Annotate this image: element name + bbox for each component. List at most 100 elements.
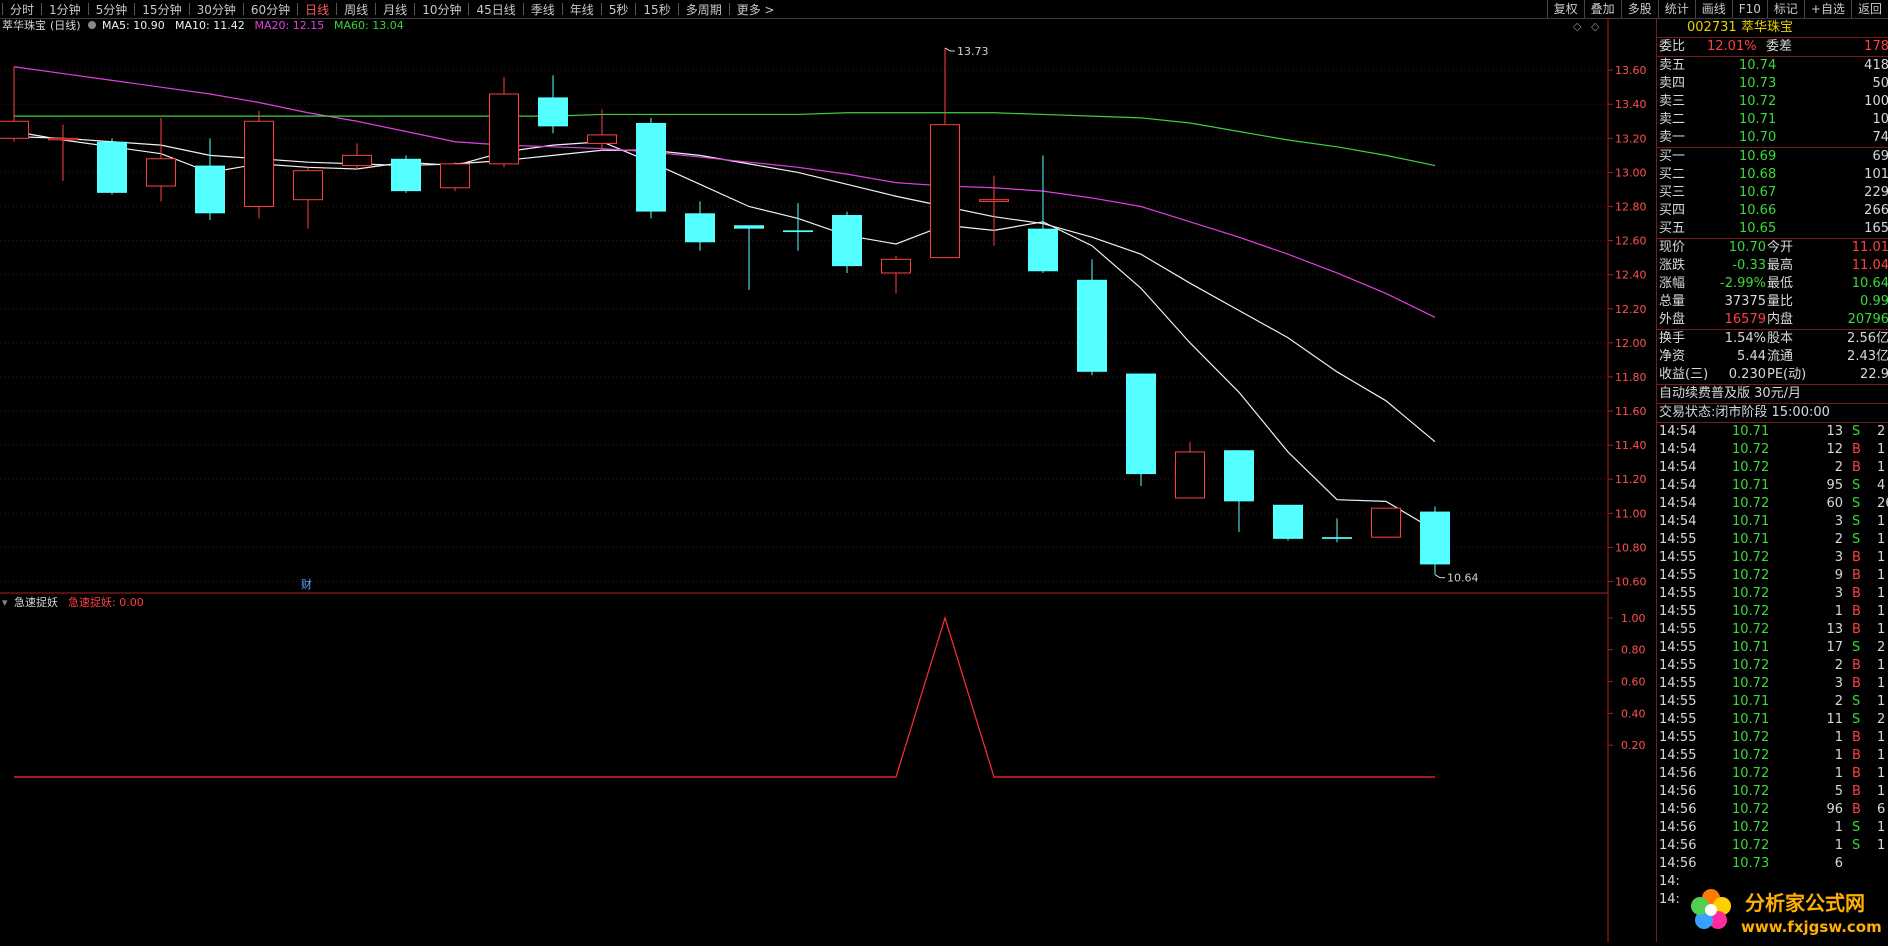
candle-body-down: [1126, 373, 1156, 475]
tick-volume: 2: [1834, 460, 1843, 475]
candle: [1273, 504, 1303, 541]
tool-button[interactable]: F10: [1731, 0, 1767, 18]
period-tab[interactable]: 60分钟: [251, 1, 290, 18]
period-tab[interactable]: 5秒: [609, 1, 629, 18]
tick-row: 14:54 10.71 95 S 4: [1657, 477, 1888, 495]
finance-marker-icon[interactable]: 财: [301, 577, 312, 591]
tick-time: 14:54: [1659, 514, 1697, 529]
period-tab[interactable]: 1分钟: [49, 1, 81, 18]
price-tick-label: 12.40: [1615, 269, 1647, 282]
price-tick-label: 11.60: [1615, 405, 1647, 418]
tick-volume: 60: [1826, 496, 1843, 511]
candle-body-down: [734, 225, 764, 229]
period-tab[interactable]: 45日线: [476, 1, 515, 18]
buy-level-row: 买二 10.68 101: [1657, 166, 1888, 184]
tab-separator: [134, 3, 136, 15]
tick-row: 14:55 10.71 2 S 1: [1657, 693, 1888, 711]
tick-row: 14:55 10.72 9 B 1: [1657, 567, 1888, 585]
sell-price: 10.70: [1739, 130, 1777, 145]
price-tick-label: 12.00: [1615, 337, 1647, 350]
tick-count: 1: [1877, 442, 1886, 457]
period-tab[interactable]: 5分钟: [96, 1, 128, 18]
chart-settings-diamond-icon[interactable]: ◇: [1573, 20, 1582, 33]
stat-value: 1.54%: [1724, 331, 1766, 346]
tool-button[interactable]: 画线: [1694, 0, 1732, 18]
tick-price: 10.71: [1732, 640, 1770, 655]
tick-side: B: [1852, 784, 1861, 799]
promo-row[interactable]: 自动续费普及版 30元/月: [1657, 385, 1888, 403]
quote-panel: 002731 萃华珠宝 委比 12.01% 委差 178 卖五 10.74 418 卖四 10.73…: [1656, 19, 1888, 942]
tick-count: 1: [1877, 658, 1886, 673]
tick-volume: 6: [1834, 856, 1843, 871]
stat-value: -2.99%: [1720, 276, 1766, 291]
tick-time: 14:55: [1659, 568, 1697, 583]
period-tab[interactable]: 日线: [305, 1, 329, 18]
tick-time: 14:55: [1659, 640, 1697, 655]
indicator-name: 急速捉妖: [14, 595, 58, 609]
candle-body-down: [1028, 228, 1058, 272]
price-tick-label: 13.40: [1615, 98, 1647, 111]
stat-label: PE(动): [1767, 367, 1807, 382]
stat-label: 股本: [1767, 331, 1794, 346]
tool-button[interactable]: +自选: [1803, 0, 1851, 18]
period-tab[interactable]: 月线: [383, 1, 407, 18]
candle: [1175, 441, 1205, 499]
period-tab[interactable]: 年线: [570, 1, 594, 18]
tool-button[interactable]: 复权: [1546, 0, 1584, 18]
stat-value: 2.43亿: [1847, 349, 1888, 364]
tick-time: 14:: [1659, 892, 1680, 907]
stat-value: 10.70: [1728, 240, 1766, 255]
indicator-value-label: 急速捉妖: 0.00: [68, 595, 144, 609]
period-tab[interactable]: 周线: [344, 1, 368, 18]
sell-level-row: 卖二 10.71 10: [1657, 111, 1888, 129]
tool-button[interactable]: 叠加: [1583, 0, 1621, 18]
tab-separator: [336, 3, 338, 15]
tick-price: 10.72: [1732, 568, 1770, 583]
period-tab[interactable]: 分时: [10, 1, 34, 18]
candle-body-up: [489, 93, 519, 165]
stat-label: 内盘: [1767, 312, 1794, 327]
period-tab[interactable]: 30分钟: [197, 1, 236, 18]
candle-body-up: [440, 163, 470, 189]
tick-row: 14:54 10.72 12 B 1: [1657, 441, 1888, 459]
tick-time: 14:55: [1659, 532, 1697, 547]
tick-row: 14:54 10.71 13 S 2: [1657, 423, 1888, 441]
candle-body-down: [1224, 450, 1254, 502]
candle: [97, 138, 127, 195]
period-tab[interactable]: 更多 >: [737, 1, 775, 18]
chart-options-diamond-icon[interactable]: ◇: [1591, 20, 1600, 33]
tick-row: 14:55 10.72 3 B 1: [1657, 549, 1888, 567]
period-tab[interactable]: 季线: [531, 1, 555, 18]
indicator-tick-label: 0.40: [1621, 707, 1646, 720]
period-tab[interactable]: 10分钟: [422, 1, 461, 18]
candle-body-up: [293, 170, 323, 201]
tab-separator: [677, 3, 679, 15]
tick-row: 14:55 10.72 1 B 1: [1657, 729, 1888, 747]
price-annotation: 13.73: [944, 45, 989, 58]
stat-label: 流通: [1767, 349, 1794, 364]
indicator-toggle-icon[interactable]: ▾: [2, 596, 8, 609]
tab-separator: [635, 3, 637, 15]
sell-level-label: 卖三: [1659, 94, 1686, 109]
candle-body-up: [146, 158, 176, 187]
tool-button[interactable]: 标记: [1766, 0, 1804, 18]
candle: [146, 117, 176, 202]
watermark-title: 分析家公式网: [1745, 891, 1865, 915]
candle: [391, 155, 421, 193]
period-tab[interactable]: 多周期: [686, 1, 722, 18]
candle-body-down: [1077, 279, 1107, 372]
tick-row: 14:55 10.71 17 S 2: [1657, 639, 1888, 657]
tool-button[interactable]: 多股: [1620, 0, 1658, 18]
tick-side: B: [1852, 604, 1861, 619]
tick-price: 10.72: [1732, 730, 1770, 745]
tick-volume: 1: [1834, 766, 1843, 781]
legend-toggle-icon[interactable]: [88, 21, 96, 29]
tick-volume: 1: [1834, 748, 1843, 763]
period-tab[interactable]: 15秒: [643, 1, 670, 18]
candle: [195, 138, 225, 221]
tool-button[interactable]: 返回: [1850, 0, 1888, 18]
period-tab[interactable]: 15分钟: [142, 1, 181, 18]
tool-button[interactable]: 统计: [1657, 0, 1695, 18]
legend-ma-item: MA60: 13.04: [334, 19, 404, 32]
buy-volume: 229: [1864, 185, 1888, 200]
